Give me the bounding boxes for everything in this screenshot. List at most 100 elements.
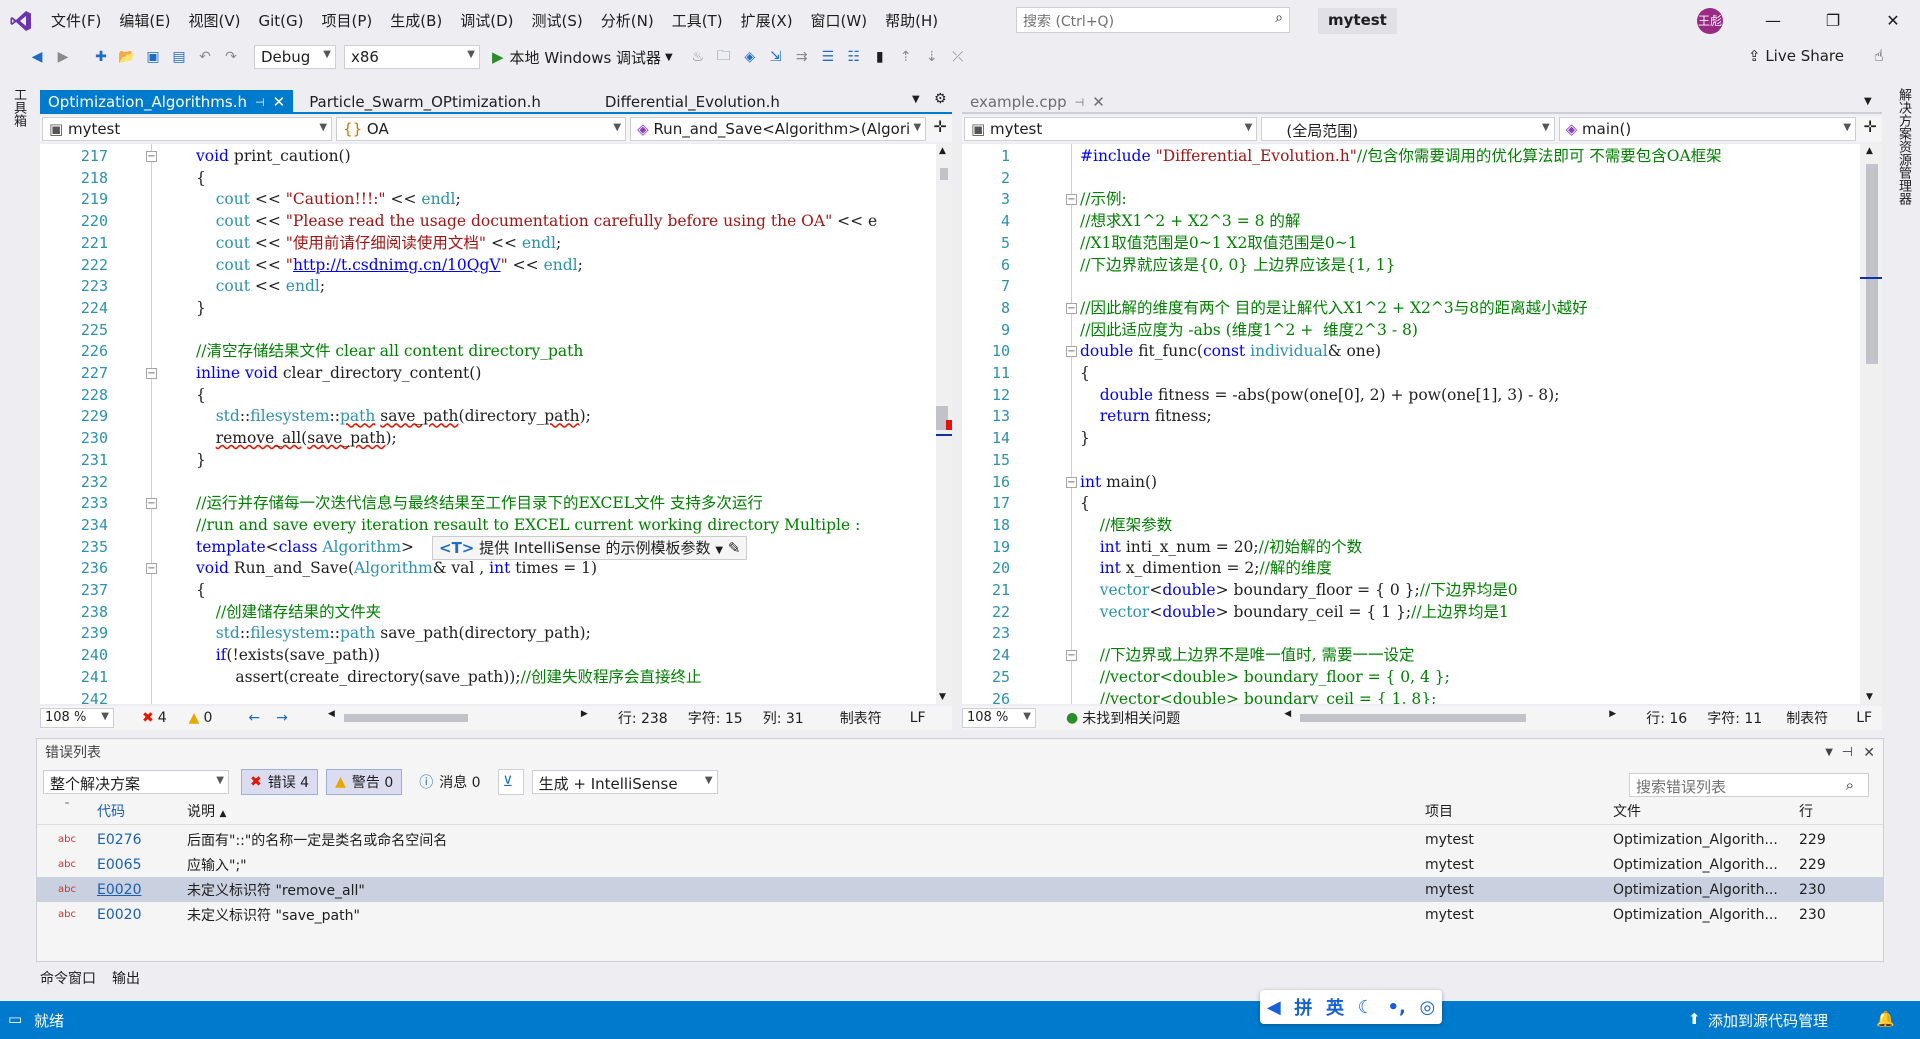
code-line[interactable]: //下边界就应该是{0, 0} 上边界应该是{1, 1} (1080, 255, 1395, 277)
tab-optimization-algorithms[interactable]: Optimization_Algorithms.h ⊣ ✕ (40, 90, 293, 114)
solution-explorer-tab[interactable]: 解决方案资源管理器 (1894, 88, 1913, 205)
code-line[interactable]: void Run_and_Save(Algorithm& val , int t… (196, 558, 597, 580)
step-into-icon[interactable]: ⇲ (765, 46, 787, 68)
tab-differential-evolution[interactable]: Differential_Evolution.h (597, 90, 788, 114)
scroll-down-icon[interactable]: ▼ (939, 692, 946, 702)
step-over-icon[interactable]: ⇉ (791, 46, 813, 68)
menu-item[interactable]: 文件(F) (42, 0, 110, 42)
code-line[interactable]: //示例: (1080, 189, 1127, 211)
scroll-right-icon[interactable]: ▶ (1609, 709, 1616, 719)
back-icon[interactable]: ◀ (26, 46, 48, 68)
maximize-icon[interactable]: ❐ (1818, 8, 1848, 34)
panel-close-icon[interactable]: ✕ (1863, 739, 1875, 767)
code-line[interactable]: cout << "http://t.csdnimg.cn/10QgV" << e… (196, 255, 583, 277)
pin-icon[interactable]: ⊣ (255, 96, 265, 109)
column-file[interactable]: 文件 (1613, 801, 1799, 824)
menu-item[interactable]: 编辑(E) (110, 0, 179, 42)
visual-studio-logo-icon[interactable] (0, 0, 42, 42)
hscroll-thumb[interactable] (1300, 714, 1526, 722)
errors-filter-button[interactable]: ✖ 错误 4 (241, 769, 318, 795)
configuration-select[interactable]: Debug▼ (254, 45, 336, 69)
code-line[interactable]: int inti_x_num = 20;//初始解的个数 (1080, 537, 1362, 559)
code-line[interactable]: //想求X1^2 + X2^3 = 8 的解 (1080, 211, 1300, 233)
toolbox-tab[interactable]: 工具箱 (9, 88, 28, 127)
minimize-icon[interactable]: — (1758, 8, 1788, 34)
error-code[interactable]: E0020 (97, 882, 187, 898)
scroll-thumb[interactable] (1866, 164, 1878, 364)
code-line[interactable]: cout << endl; (196, 276, 325, 298)
code-line[interactable]: cout << "使用前请仔细阅读使用文档" << endl; (196, 233, 561, 255)
code-line[interactable]: //框架参数 (1080, 515, 1172, 537)
error-code[interactable]: E0276 (97, 832, 187, 848)
prev-issue-icon[interactable]: ← (248, 710, 260, 726)
ime-punct-icon[interactable]: •, (1387, 997, 1405, 1018)
code-line[interactable]: int x_dimention = 2;//解的维度 (1080, 558, 1332, 580)
hot-reload-icon[interactable]: ♨ (687, 46, 709, 68)
tab-mode[interactable]: 制表符 (840, 708, 882, 728)
code-line[interactable]: inline void clear_directory_content() (196, 363, 481, 385)
left-vertical-scrollbar[interactable]: ▲ ▼ (936, 144, 952, 704)
fold-toggle-icon[interactable]: − (146, 368, 157, 379)
scroll-right-icon[interactable]: ▶ (581, 709, 588, 719)
code-line[interactable]: //vector<double> boundary_ceil = { 1, 8}… (1080, 689, 1436, 705)
menu-item[interactable]: 调试(D) (451, 0, 522, 42)
error-icon[interactable]: ✖ (142, 710, 154, 726)
code-line[interactable]: //因此适应度为 -abs (维度1^2 + 维度2^3 - 8) (1080, 320, 1418, 342)
code-line[interactable]: cout << "Caution!!!:" << endl; (196, 189, 461, 211)
next-bookmark-icon[interactable]: ⇣ (921, 46, 943, 68)
fold-toggle-icon[interactable]: − (146, 563, 157, 574)
feedback-icon[interactable]: ☝ (1874, 46, 1884, 65)
column-project[interactable]: 项目 (1425, 801, 1613, 824)
forward-icon[interactable]: ▶ (52, 46, 74, 68)
project-select[interactable]: ▣ mytest▼ (42, 117, 332, 141)
split-icon[interactable]: ✛ (1860, 117, 1880, 141)
code-line[interactable]: std::filesystem::path save_path(director… (196, 406, 591, 428)
code-line[interactable]: template<class Algorithm> (196, 537, 414, 559)
clear-bookmarks-icon[interactable]: ⤫ (947, 46, 969, 68)
scroll-left-icon[interactable]: ◀ (328, 709, 335, 719)
line-ending[interactable]: LF (910, 710, 926, 726)
code-line[interactable]: } (196, 450, 206, 472)
right-vertical-scrollbar[interactable]: ▲ ▼ (1860, 144, 1882, 704)
avatar[interactable]: 王彪 (1697, 8, 1723, 34)
close-icon[interactable]: ✕ (1878, 8, 1908, 34)
error-row[interactable]: abcE0065应输入";"mytestOptimization_Algorit… (37, 852, 1883, 877)
fold-toggle-icon[interactable]: − (1066, 650, 1077, 661)
code-line[interactable]: double fit_func(const individual& one) (1080, 341, 1381, 363)
undo-icon[interactable]: ↶ (194, 46, 216, 68)
panel-dropdown-icon[interactable]: ▼ (1825, 739, 1833, 767)
error-code[interactable]: E0065 (97, 857, 187, 873)
ime-pinyin[interactable]: 拼 (1294, 994, 1312, 1020)
fold-toggle-icon[interactable]: − (1066, 194, 1077, 205)
code-line[interactable]: { (1080, 363, 1090, 385)
ime-moon-icon[interactable]: ☾ (1358, 997, 1374, 1018)
edit-pencil-icon[interactable]: ✎ (728, 539, 741, 557)
filter-icon[interactable]: ⊻ (498, 769, 524, 795)
pin-icon[interactable]: ⊣ (1075, 96, 1085, 109)
browser-link-icon[interactable]: ◈ (739, 46, 761, 68)
scroll-up-icon[interactable]: ▲ (1866, 146, 1873, 156)
prev-bookmark-icon[interactable]: ⇡ (895, 46, 917, 68)
menu-item[interactable]: 窗口(W) (802, 0, 877, 42)
member-select[interactable]: ◈ Run_and_Save<Algorithm>(Algori▼ (630, 117, 926, 141)
open-folder-icon[interactable]: 📂 (116, 46, 138, 68)
scroll-left-icon[interactable]: ◀ (1284, 709, 1291, 719)
messages-filter-button[interactable]: ⓘ 消息 0 (410, 769, 489, 795)
next-issue-icon[interactable]: → (276, 710, 288, 726)
scroll-down-icon[interactable]: ▼ (1866, 692, 1873, 702)
tab-overflow-icon[interactable]: ▼ (912, 94, 920, 105)
save-all-icon[interactable]: ▤ (168, 46, 190, 68)
code-line[interactable]: { (196, 580, 206, 602)
menu-item[interactable]: 生成(B) (381, 0, 451, 42)
code-line[interactable]: //run and save every iteration resault t… (196, 515, 860, 537)
error-row[interactable]: abcE0276后面有"::"的名称一定是类名或命名空间名mytestOptim… (37, 827, 1883, 852)
column-code[interactable]: 代码 (97, 801, 187, 824)
column-options-icon[interactable]: ⁼ (37, 801, 97, 824)
code-line[interactable]: #include "Differential_Evolution.h"//包含你… (1080, 146, 1722, 168)
tab-mode[interactable]: 制表符 (1786, 708, 1828, 728)
scope-filter-select[interactable]: 整个解决方案▼ (43, 770, 229, 794)
horizontal-scrollbar[interactable]: ◀ ▶ (328, 711, 588, 725)
fold-toggle-icon[interactable]: − (146, 498, 157, 509)
settings-gear-icon[interactable]: ⚙ (934, 91, 947, 107)
tab-output[interactable]: 输出 (112, 968, 140, 988)
